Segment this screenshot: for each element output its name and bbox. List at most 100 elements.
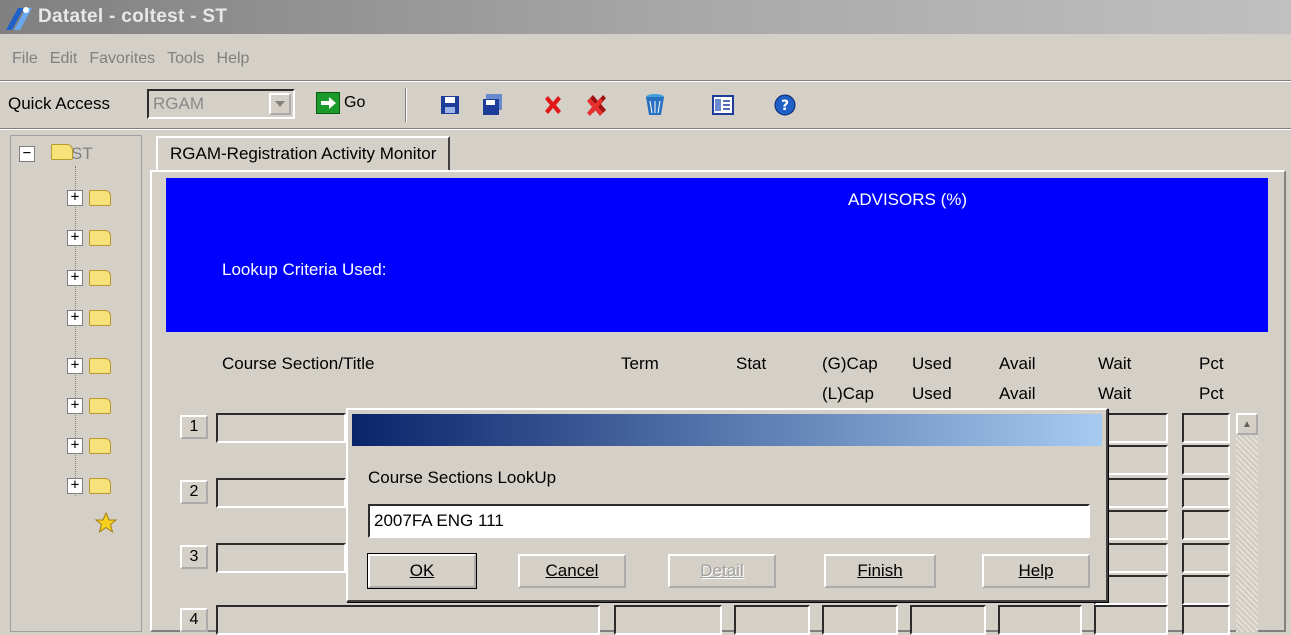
pct-cell[interactable] [1182,605,1230,635]
expand-icon[interactable]: + [67,230,83,246]
finish-button[interactable]: Finish [824,554,936,588]
tree-node[interactable]: + [67,398,111,414]
folder-icon [89,190,111,206]
pct-cell[interactable] [1182,413,1230,443]
expand-icon[interactable]: + [67,478,83,494]
help-icon[interactable]: ? [772,92,798,118]
divider [0,128,1291,130]
quick-access-value: RGAM [153,94,204,113]
wait-cell[interactable] [1094,605,1168,635]
scroll-up-icon[interactable]: ▲ [1236,413,1258,435]
pct-cell[interactable] [1182,510,1230,540]
tab-rgam[interactable]: RGAM-Registration Activity Monitor [156,136,451,172]
navigation-tree: − ST + + + + + + + + [10,135,142,632]
pct-cell[interactable] [1182,445,1230,475]
cancel-icon[interactable] [540,92,566,118]
row-button-1[interactable]: 1 [180,415,208,439]
col-stat-header: Stat [736,354,767,373]
tree-node[interactable]: + [67,358,111,374]
pct-cell[interactable] [1182,575,1230,605]
row-button-3[interactable]: 3 [180,545,208,569]
menu-tools[interactable]: Tools [167,50,204,68]
used-cell[interactable] [910,605,986,635]
pct-cell[interactable] [1182,543,1230,573]
cancel-button[interactable]: Cancel [518,554,626,588]
chevron-down-icon[interactable] [269,93,291,115]
quick-access-combo[interactable]: RGAM [147,89,295,119]
tree-root[interactable]: − ST [19,144,93,164]
folder-icon [89,310,111,326]
open-folder-icon [51,144,73,160]
criteria-banner: ADVISORS (%) Lookup Criteria Used: [166,178,1268,332]
title-bar: Datatel - coltest - ST [0,0,1291,34]
avail-cell[interactable] [998,605,1082,635]
folder-icon [89,438,111,454]
cancel-button-label: Cancel [545,561,599,580]
col-course-header: Course Section/Title [222,354,375,373]
folder-icon [89,230,111,246]
dialog-prompt: Course Sections LookUp [368,468,557,487]
dialog-caption-bar[interactable] [352,414,1102,446]
divider [0,80,1291,82]
help-button-label: Help [1018,561,1054,580]
tree-node-favorites[interactable] [95,512,117,534]
tree-node[interactable]: + [67,438,111,454]
col-used-header-2: Used [912,384,952,403]
course-cell[interactable] [216,478,346,508]
menu-help[interactable]: Help [217,50,250,68]
collapse-icon[interactable]: − [19,146,35,162]
window-title: Datatel - coltest - ST [38,6,228,27]
menu-edit[interactable]: Edit [50,50,78,68]
pct-cell[interactable] [1182,478,1230,508]
detail-button-label: Detail [700,561,744,580]
expand-icon[interactable]: + [67,310,83,326]
term-cell[interactable] [614,605,722,635]
folder-icon [89,478,111,494]
expand-icon[interactable]: + [67,438,83,454]
form-icon[interactable] [710,92,736,118]
tree-root-label: ST [71,144,93,163]
detail-button[interactable]: Detail [668,554,776,588]
lookup-input[interactable]: 2007FA ENG 111 [368,504,1090,538]
lookup-dialog: Course Sections LookUp 2007FA ENG 111 OK… [346,408,1108,602]
cancel-all-icon[interactable] [585,92,611,118]
expand-icon[interactable]: + [67,358,83,374]
row-button-2[interactable]: 2 [180,480,208,504]
toolbar-separator [405,88,407,122]
col-term-header: Term [621,354,659,373]
expand-icon[interactable]: + [67,270,83,286]
trash-icon[interactable] [642,92,668,118]
svg-text:?: ? [781,98,789,114]
col-cap-header: (G)Cap [822,354,878,373]
ok-button-label: OK [409,561,435,580]
help-button[interactable]: Help [982,554,1090,588]
tree-node[interactable]: + [67,310,111,326]
go-arrow-icon [316,92,340,114]
tree-node[interactable]: + [67,190,111,206]
row-button-4[interactable]: 4 [180,608,208,632]
finish-button-label: Finish [857,561,903,580]
col-avail-header: Avail [999,354,1036,373]
col-pct-header: Pct [1199,354,1224,373]
course-cell[interactable] [216,413,346,443]
course-cell[interactable] [216,605,600,635]
tree-node[interactable]: + [67,270,111,286]
cap-cell[interactable] [822,605,898,635]
menu-bar: File Edit Favorites Tools Help [0,44,249,74]
save-all-icon[interactable] [480,92,506,118]
menu-favorites[interactable]: Favorites [89,50,155,68]
expand-icon[interactable]: + [67,398,83,414]
datatel-logo-icon [6,7,32,30]
course-cell[interactable] [216,543,346,573]
col-cap-header-2: (L)Cap [822,384,874,403]
save-icon[interactable] [437,92,463,118]
stat-cell[interactable] [734,605,810,635]
star-icon [95,512,117,534]
tree-node[interactable]: + [67,478,111,494]
tree-node[interactable]: + [67,230,111,246]
vertical-scrollbar[interactable]: ▲ [1236,413,1258,632]
menu-file[interactable]: File [12,50,38,68]
ok-button[interactable]: OK [367,553,477,589]
expand-icon[interactable]: + [67,190,83,206]
go-button[interactable]: Go [316,92,365,114]
